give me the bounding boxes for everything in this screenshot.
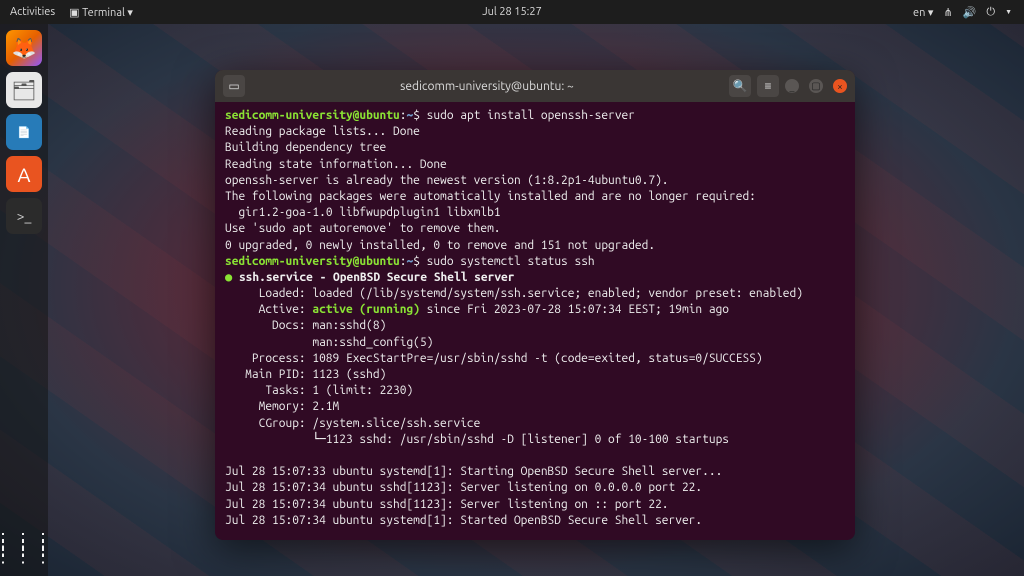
maximize-icon: ▢ (811, 80, 820, 92)
journal-line: Jul 28 15:07:34 ubuntu systemd[1]: Start… (225, 514, 702, 527)
volume-icon[interactable]: 🔊 (963, 6, 977, 19)
output-line: gir1.2-goa-1.0 libfwupdplugin1 libxmlb1 (225, 206, 501, 219)
document-icon: 📄 (17, 126, 31, 139)
folder-icon: 🗂 (11, 78, 36, 102)
prompt-tail: $ (413, 255, 426, 268)
status-memory: Memory: 2.1M (225, 400, 339, 413)
network-icon[interactable]: ⋔ (943, 6, 952, 19)
minimize-icon: _ (790, 81, 795, 92)
status-active-rest: since Fri 2023-07-28 15:07:34 EEST; 19mi… (420, 303, 729, 316)
output-line: Reading package lists... Done (225, 125, 420, 138)
hamburger-menu-button[interactable]: ≡ (757, 75, 779, 97)
prompt-user: sedicomm-university@ubuntu (225, 109, 400, 122)
grid-icon: ⋮⋮⋮⋮⋮⋮⋮⋮⋮ (0, 536, 54, 560)
output-line: The following packages were automaticall… (225, 190, 756, 203)
status-process: Process: 1089 ExecStartPre=/usr/sbin/ssh… (225, 352, 763, 365)
terminal-icon: ▣ (69, 7, 79, 19)
close-button[interactable]: × (833, 79, 847, 93)
show-applications-button[interactable]: ⋮⋮⋮⋮⋮⋮⋮⋮⋮ (6, 530, 42, 566)
system-menu-chevron-icon[interactable]: ▼ (1005, 8, 1012, 16)
plus-icon: ▭ (228, 79, 239, 93)
status-tree: └─1123 sshd: /usr/sbin/sshd -D [listener… (225, 433, 729, 446)
dock-software[interactable]: A (6, 156, 42, 192)
power-icon[interactable]: ⏻ (986, 6, 995, 19)
app-menu-label: Terminal ▾ (82, 7, 133, 19)
terminal-window: ▭ sedicomm-university@ubuntu: ~ 🔍 ≡ _ ▢ … (215, 70, 855, 540)
output-line: Reading state information... Done (225, 158, 447, 171)
output-line: Use 'sudo apt autoremove' to remove them… (225, 222, 501, 235)
activities-button[interactable]: Activities (10, 6, 55, 18)
prompt-user: sedicomm-university@ubuntu (225, 255, 400, 268)
output-line: 0 upgraded, 0 newly installed, 0 to remo… (225, 239, 655, 252)
dock-writer[interactable]: 📄 (6, 114, 42, 150)
output-line: openssh-server is already the newest ver… (225, 174, 669, 187)
prompt-tail: $ (413, 109, 426, 122)
dock-terminal[interactable]: >_ (6, 198, 42, 234)
status-docs: Docs: man:sshd(8) (225, 319, 386, 332)
maximize-button[interactable]: ▢ (809, 79, 823, 93)
firefox-icon: 🦊 (12, 36, 37, 60)
service-name: ssh.service - OpenBSD Secure Shell serve… (232, 271, 514, 284)
input-source-indicator[interactable]: en ▾ (913, 6, 933, 19)
status-main-pid: Main PID: 1123 (sshd) (225, 368, 386, 381)
new-tab-button[interactable]: ▭ (223, 75, 245, 97)
minimize-button[interactable]: _ (785, 79, 799, 93)
terminal-prompt-icon: >_ (17, 208, 32, 224)
output-line: Building dependency tree (225, 141, 386, 154)
dock-firefox[interactable]: 🦊 (6, 30, 42, 66)
status-cgroup: CGroup: /system.slice/ssh.service (225, 417, 480, 430)
dock: 🦊 🗂 📄 A >_ ⋮⋮⋮⋮⋮⋮⋮⋮⋮ (0, 24, 48, 576)
gnome-topbar: Activities ▣ Terminal ▾ Jul 28 15:27 en … (0, 0, 1024, 24)
window-titlebar[interactable]: ▭ sedicomm-university@ubuntu: ~ 🔍 ≡ _ ▢ … (215, 70, 855, 102)
dock-files[interactable]: 🗂 (6, 72, 42, 108)
journal-line: Jul 28 15:07:33 ubuntu systemd[1]: Start… (225, 465, 722, 478)
terminal-output[interactable]: sedicomm-university@ubuntu:~$ sudo apt i… (215, 102, 855, 535)
command-1: sudo apt install openssh-server (427, 109, 635, 122)
app-menu-button[interactable]: ▣ Terminal ▾ (69, 6, 133, 19)
status-loaded: Loaded: loaded (/lib/systemd/system/ssh.… (225, 287, 803, 300)
search-button[interactable]: 🔍 (729, 75, 751, 97)
shopping-bag-icon: A (18, 163, 31, 186)
status-active-label: Active: (225, 303, 312, 316)
journal-line: Jul 28 15:07:34 ubuntu sshd[1123]: Serve… (225, 498, 669, 511)
menu-icon: ≡ (764, 79, 771, 93)
status-docs: man:sshd_config(5) (225, 336, 433, 349)
status-active-value: active (running) (312, 303, 420, 316)
close-icon: × (837, 81, 843, 92)
command-2: sudo systemctl status ssh (427, 255, 595, 268)
window-title: sedicomm-university@ubuntu: ~ (251, 80, 723, 93)
journal-line: Jul 28 15:07:34 ubuntu sshd[1123]: Serve… (225, 481, 702, 494)
status-tasks: Tasks: 1 (limit: 2230) (225, 384, 413, 397)
search-icon: 🔍 (733, 79, 748, 93)
clock[interactable]: Jul 28 15:27 (482, 6, 542, 18)
